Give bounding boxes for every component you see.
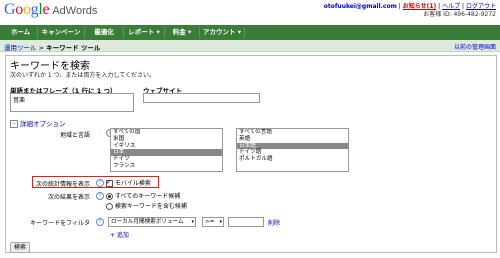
instructions-text: 次のいずれか 1 つ、または両方を入力してください。 [10, 72, 156, 79]
help-icon[interactable]: ? [96, 218, 104, 226]
location-option[interactable]: フランス [111, 163, 222, 170]
tab-home[interactable]: ホーム [4, 27, 38, 38]
advanced-options-label: 詳細オプション [20, 120, 66, 128]
result-label-all: すべてのキーワード候補 [114, 193, 181, 200]
alerts-link[interactable]: お知らせ(1) [403, 3, 437, 10]
breadcrumb: 運用ツール > キーワード ツール [4, 42, 100, 52]
filter-operator-select[interactable]: >= ▾ [202, 217, 224, 227]
location-option[interactable]: 米国 [111, 136, 222, 143]
language-option[interactable]: すべての言語 [237, 129, 348, 136]
location-language-label: 地域と言語 [59, 132, 90, 139]
account-area: otofuukei@gmail.com | お知らせ(1) | ヘルプ | ログ… [323, 3, 496, 18]
language-option[interactable]: ポルトガル語 [237, 156, 348, 163]
filter-delete-link[interactable]: 削除 [268, 218, 280, 227]
help-link[interactable]: ヘルプ [442, 3, 460, 10]
logo-product-text: AdWords [52, 5, 98, 17]
result-radio-all[interactable] [106, 193, 113, 200]
words-textarea[interactable]: 音楽 [10, 93, 134, 112]
filter-operator-value: >= [205, 219, 215, 225]
location-option-selected[interactable]: 日本 [111, 149, 222, 157]
tab-reports[interactable]: レポート ▾ [124, 27, 165, 38]
breadcrumb-tools-link[interactable]: 運用ツール [4, 44, 37, 52]
previous-interface-link[interactable]: 以前の管理画面 [454, 42, 496, 51]
advanced-options-toggle[interactable]: – 詳細オプション [10, 118, 66, 128]
location-listbox[interactable]: すべての国 米国 イギリス 日本 ドイツ フランス [110, 128, 223, 172]
results-label: 次の結果を表示 [47, 194, 90, 201]
main-nav: ホーム キャンペーン 最適化 レポート ▾ 料金 ▾ アカウント ▾ [0, 25, 500, 40]
account-email[interactable]: otofuukei@gmail.com [324, 3, 397, 10]
chevron-down-icon: ▾ [219, 219, 222, 225]
result-label-contains: 検索キーワードを含む候補 [114, 203, 187, 210]
location-option[interactable]: すべての国 [111, 129, 222, 136]
mobile-search-option[interactable]: モバイル検索 [106, 178, 151, 187]
search-button[interactable]: 検索 [10, 242, 30, 253]
stats-label: 次の統計情報を表示 [35, 181, 90, 188]
logout-link[interactable]: ログアウト [466, 3, 496, 10]
mobile-search-checkbox[interactable] [106, 178, 113, 187]
help-icon[interactable]: ? [96, 179, 104, 187]
filter-label: キーワードをフィルタ [30, 220, 90, 227]
result-radio-contains[interactable] [106, 203, 113, 210]
help-icon[interactable]: ? [96, 192, 104, 200]
google-adwords-logo[interactable]: Google AdWords [4, 2, 97, 18]
tab-campaigns[interactable]: キャンペーン [38, 27, 85, 38]
result-option-all[interactable]: すべてのキーワード候補 [106, 191, 180, 200]
result-option-contains[interactable]: 検索キーワードを含む候補 [106, 201, 187, 210]
breadcrumb-separator: > [36, 44, 47, 52]
chevron-down-icon: ▾ [191, 219, 194, 225]
add-filter-link[interactable]: + 追加 [110, 230, 129, 239]
location-option[interactable]: ドイツ [111, 156, 222, 163]
breadcrumb-current: キーワード ツール [46, 44, 101, 52]
tab-optimize[interactable]: 最適化 [85, 27, 124, 38]
filter-value-input[interactable] [228, 217, 264, 227]
customer-id: お客様 ID: 496-482-9272 [423, 11, 496, 18]
location-option[interactable]: イギリス [111, 143, 222, 150]
tab-account[interactable]: アカウント ▾ [200, 27, 245, 38]
website-input[interactable] [143, 93, 260, 103]
logo-google-text: Google [4, 1, 50, 18]
filter-field-value: ローカル月間検索ボリューム [111, 219, 184, 225]
tab-billing[interactable]: 料金 ▾ [165, 27, 200, 38]
language-listbox[interactable]: すべての言語 英語 日本語 ドイツ語 ポルトガル語 [236, 128, 349, 172]
mobile-search-label: モバイル検索 [114, 180, 151, 187]
language-option[interactable]: 英語 [237, 136, 348, 143]
collapse-icon: – [10, 120, 18, 128]
filter-field-select[interactable]: ローカル月間検索ボリューム ▾ [108, 217, 196, 227]
